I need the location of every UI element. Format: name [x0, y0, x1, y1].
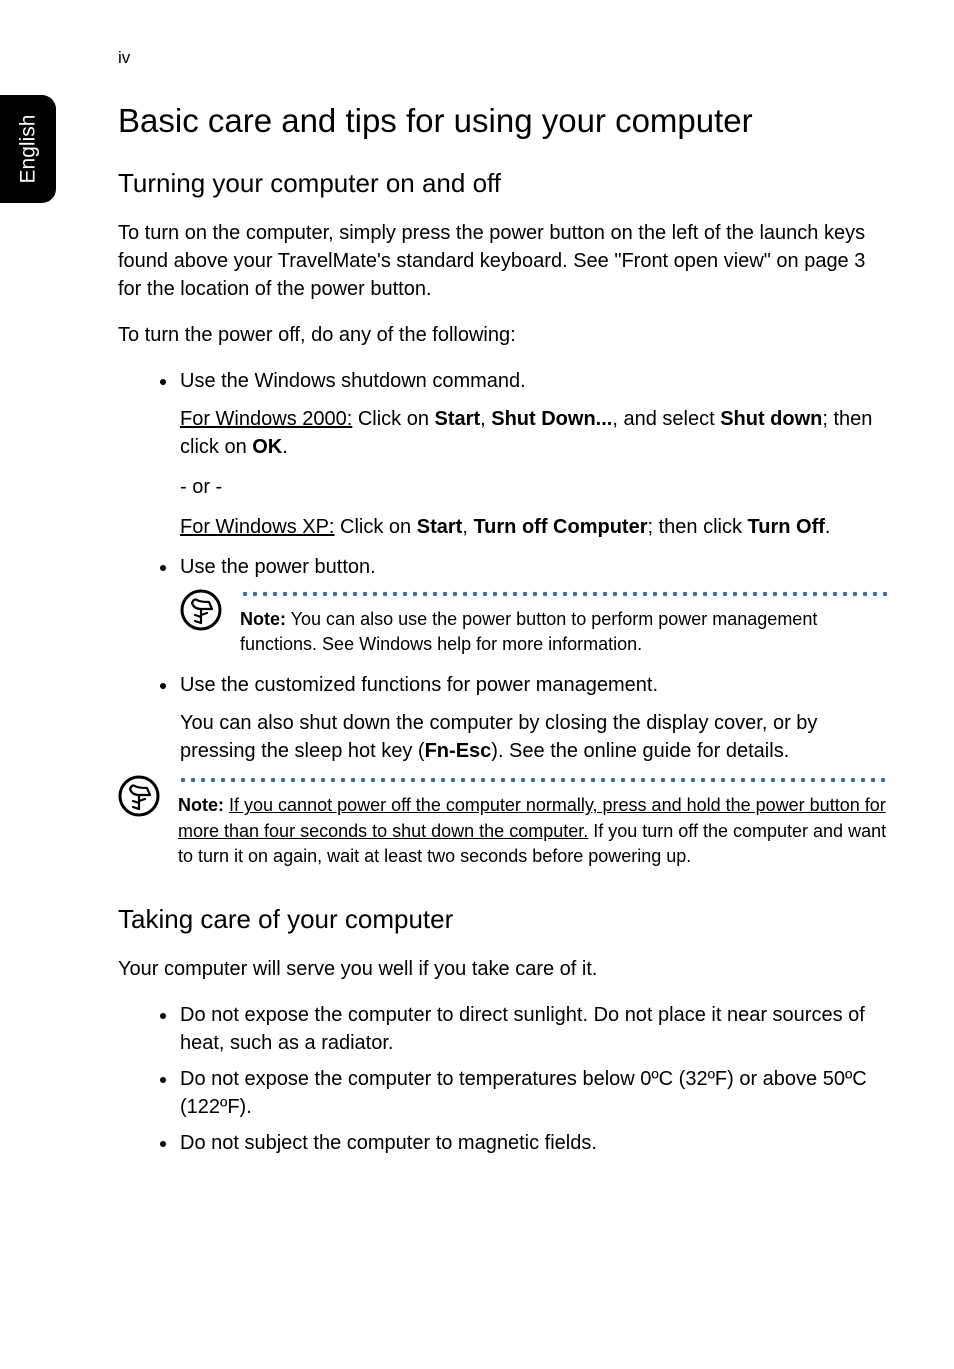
- list-item: Do not expose the computer to direct sun…: [178, 1001, 888, 1057]
- text: Click on: [352, 408, 434, 430]
- list-item: Use the power button.: [178, 553, 888, 581]
- text-bold: Shut Down...: [491, 408, 612, 430]
- note-divider: [240, 591, 888, 597]
- text-bold: Fn-Esc: [425, 740, 492, 762]
- page-number: iv: [118, 48, 130, 68]
- list-item-text: Use the power button.: [180, 556, 376, 578]
- text-bold: Turn Off: [748, 516, 825, 538]
- list-subtext: - or -: [180, 473, 888, 501]
- list-subtext: You can also shut down the computer by c…: [180, 709, 888, 765]
- text: .: [825, 516, 831, 538]
- note-label: Note:: [240, 609, 286, 629]
- text: ,: [462, 516, 473, 538]
- list-item: Use the customized functions for power m…: [178, 671, 888, 765]
- list-item-text: Use the Windows shutdown command.: [180, 370, 526, 392]
- section-heading-turning: Turning your computer on and off: [118, 167, 888, 201]
- note-block: Note: If you cannot power off the comput…: [118, 777, 888, 869]
- list-subtext: For Windows 2000: Click on Start, Shut D…: [180, 405, 888, 461]
- text: ,: [480, 408, 491, 430]
- text: ; then click: [647, 516, 747, 538]
- text-bold: Turn off Computer: [473, 516, 647, 538]
- text-bold: Start: [435, 408, 481, 430]
- text-bold: Shut down: [720, 408, 822, 430]
- content-area: Basic care and tips for using your compu…: [118, 100, 888, 1167]
- paragraph: To turn on the computer, simply press th…: [118, 219, 888, 303]
- text-underline: For Windows 2000:: [180, 408, 352, 430]
- list-item: Do not expose the computer to temperatur…: [178, 1065, 888, 1121]
- section-heading-care: Taking care of your computer: [118, 903, 888, 937]
- list-item: Use the Windows shutdown command. For Wi…: [178, 367, 888, 541]
- text: ). See the online guide for details.: [491, 740, 789, 762]
- page-title: Basic care and tips for using your compu…: [118, 100, 888, 141]
- language-tab: English: [0, 95, 56, 203]
- note-label: Note:: [178, 795, 224, 815]
- list-subtext: For Windows XP: Click on Start, Turn off…: [180, 513, 888, 541]
- bullet-list: Do not expose the computer to direct sun…: [118, 1001, 888, 1157]
- text: You can also use the power button to per…: [240, 609, 817, 654]
- paragraph: To turn the power off, do any of the fol…: [118, 321, 888, 349]
- note-divider: [178, 777, 888, 783]
- text-bold: OK: [252, 436, 282, 458]
- list-item-text: Use the customized functions for power m…: [180, 674, 658, 696]
- language-tab-label: English: [16, 115, 40, 184]
- note-icon: [118, 775, 160, 817]
- page: iv English Basic care and tips for using…: [0, 0, 954, 1369]
- text: , and select: [612, 408, 720, 430]
- text: .: [282, 436, 288, 458]
- paragraph: Your computer will serve you well if you…: [118, 955, 888, 983]
- list-item: Do not subject the computer to magnetic …: [178, 1129, 888, 1157]
- note-icon: [180, 589, 222, 631]
- note-block: Note: You can also use the power button …: [118, 591, 888, 657]
- note-text: Note: You can also use the power button …: [240, 607, 888, 657]
- text-bold: Start: [417, 516, 463, 538]
- text-underline: For Windows XP:: [180, 516, 334, 538]
- bullet-list: Use the Windows shutdown command. For Wi…: [118, 367, 888, 581]
- note-text: Note: If you cannot power off the comput…: [178, 793, 888, 869]
- text: Click on: [334, 516, 416, 538]
- bullet-list: Use the customized functions for power m…: [118, 671, 888, 765]
